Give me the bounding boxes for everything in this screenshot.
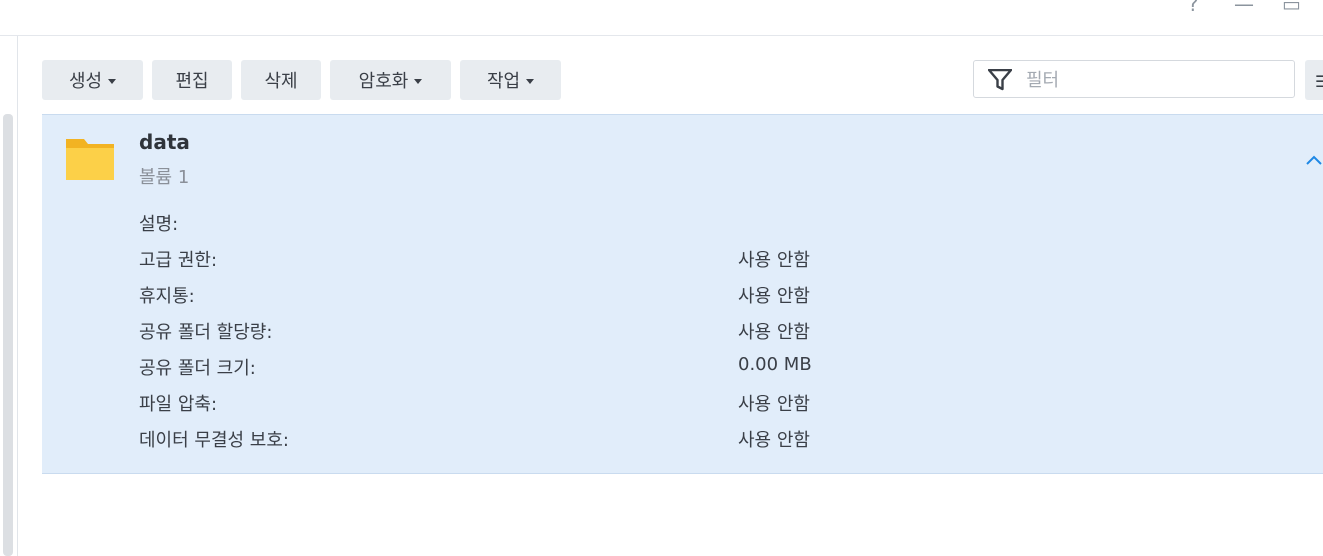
detail-label-data-integrity: 데이터 무결성 보호: [139, 430, 289, 451]
minimize-icon[interactable]: — [1234, 0, 1254, 14]
delete-button-label: 삭제 [264, 71, 298, 92]
filter-input[interactable] [1024, 61, 1288, 99]
detail-label-advanced-permissions: 고급 권한: [139, 250, 218, 271]
filter-icon [987, 68, 1013, 95]
edit-button[interactable]: 편집 [152, 60, 232, 100]
folder-volume: 볼륨 1 [139, 167, 190, 188]
create-button[interactable]: 생성 [42, 60, 143, 100]
action-button-label: 작업 [486, 71, 521, 92]
help-icon[interactable]: ? [1188, 0, 1199, 14]
caret-down-icon [414, 78, 423, 84]
detail-value-quota: 사용 안함 [738, 322, 810, 343]
caret-down-icon [526, 78, 535, 84]
encrypt-button[interactable]: 암호화 [330, 60, 451, 100]
detail-label-file-compression: 파일 압축: [139, 394, 218, 415]
scrollbar[interactable] [3, 114, 13, 556]
list-view-icon: ☰ [1315, 72, 1323, 91]
filter-box[interactable] [973, 60, 1295, 99]
detail-label-recycle-bin: 휴지통: [139, 286, 195, 307]
detail-value-advanced-permissions: 사용 안함 [738, 250, 810, 271]
detail-label-description: 설명: [139, 214, 179, 235]
create-button-label: 생성 [68, 71, 103, 92]
detail-value-file-compression: 사용 안함 [738, 394, 810, 415]
detail-value-recycle-bin: 사용 안함 [738, 286, 810, 307]
detail-label-folder-size: 공유 폴더 크기: [139, 358, 256, 379]
maximize-icon[interactable]: ▭ [1282, 0, 1301, 14]
delete-button[interactable]: 삭제 [241, 60, 321, 100]
folder-name: data [139, 130, 190, 154]
edit-button-label: 편집 [175, 71, 209, 92]
encrypt-button-label: 암호화 [358, 71, 409, 92]
folder-icon [66, 137, 116, 185]
collapse-chevron-icon[interactable] [1306, 149, 1322, 170]
detail-label-quota: 공유 폴더 할당량: [139, 322, 273, 343]
caret-down-icon [108, 78, 117, 84]
action-button[interactable]: 작업 [460, 60, 561, 100]
detail-value-data-integrity: 사용 안함 [738, 430, 810, 451]
view-options-button[interactable]: ☰ [1305, 60, 1323, 100]
detail-value-folder-size: 0.00 MB [738, 354, 812, 375]
shared-folder-item[interactable]: data 볼륨 1 설명: 고급 권한: 사용 안함 휴지통: 사용 안함 공유… [42, 114, 1323, 474]
title-bar: ? — ▭ [0, 0, 1323, 36]
